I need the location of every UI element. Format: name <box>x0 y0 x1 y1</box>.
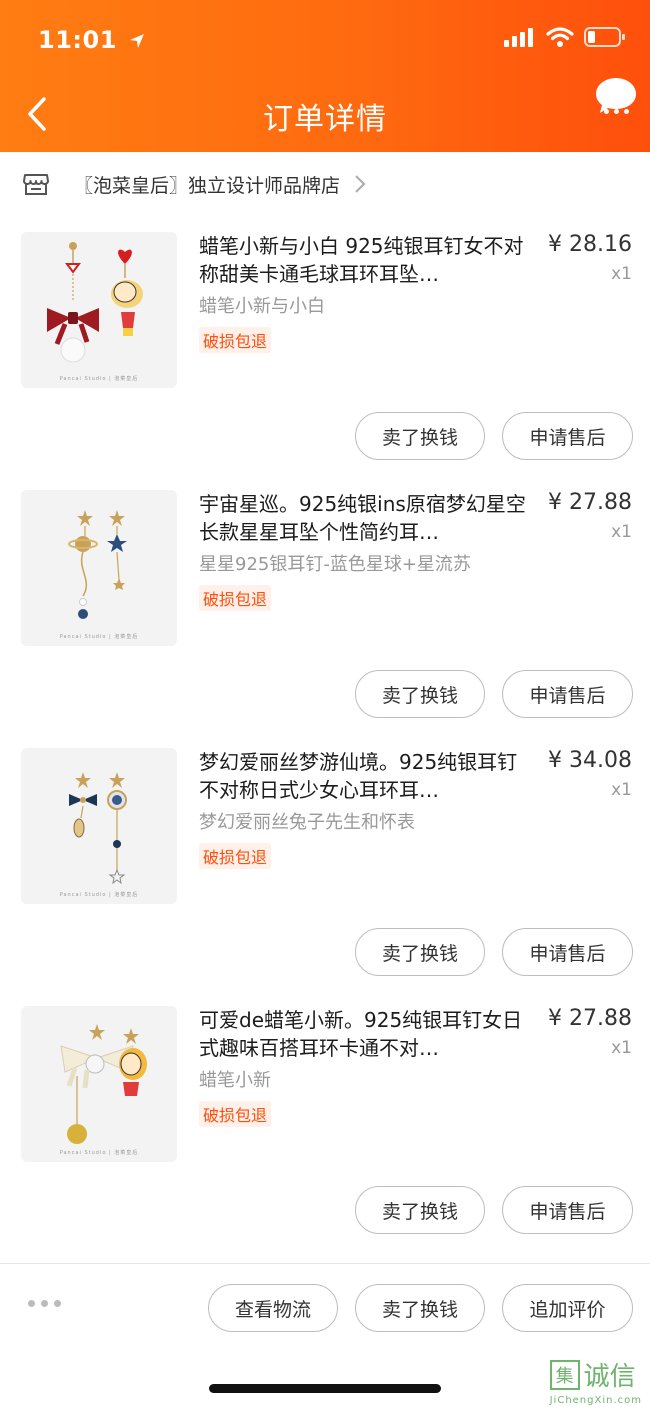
home-indicator[interactable] <box>209 1384 441 1393</box>
product-image-caption: Pancai Studio | 泡菜皇后 <box>59 376 139 382</box>
sell-for-cash-bottom-button[interactable]: 卖了换钱 <box>355 1284 485 1332</box>
item-quantity: x1 <box>611 1038 632 1058</box>
return-badge: 破损包退 <box>199 1101 272 1127</box>
page-title: 订单详情 <box>263 102 387 137</box>
watermark-logo: 集 诚信 <box>549 1356 642 1393</box>
status-bar-time: 11:01 <box>38 26 146 54</box>
item-quantity: x1 <box>611 264 632 284</box>
order-item[interactable]: Pancai Studio | 泡菜皇后 梦幻爱丽丝梦游仙境。925纯银耳钉不对… <box>0 748 650 1006</box>
item-title[interactable]: 梦幻爱丽丝梦游仙境。925纯银耳钉不对称日式少女心耳环耳… <box>199 748 529 804</box>
product-image-caption: Pancai Studio | 泡菜皇后 <box>59 634 139 640</box>
watermark-logo-box: 集 <box>549 1359 580 1390</box>
order-item[interactable]: Pancai Studio | 泡菜皇后 蜡笔小新与小白 925纯银耳钉女不对称… <box>0 232 650 490</box>
location-arrow-icon <box>129 34 144 48</box>
status-bar-icons <box>504 26 626 48</box>
product-image[interactable]: Pancai Studio | 泡菜皇后 <box>21 748 177 904</box>
sell-for-cash-button[interactable]: 卖了换钱 <box>355 928 485 976</box>
watermark-logo-text: 诚信 <box>583 1362 636 1392</box>
order-item[interactable]: Pancai Studio | 泡菜皇后 可爱de蜡笔小新。925纯银耳钉女日式… <box>0 1006 650 1264</box>
item-price: ¥ 34.08 <box>548 748 632 773</box>
more-menu-button[interactable] <box>594 76 638 118</box>
shop-name: 〖泡菜皇后〗独立设计师品牌店 <box>74 174 341 197</box>
watermark-url: JiChengXin.com <box>549 1395 642 1406</box>
more-dots <box>594 109 638 114</box>
item-title[interactable]: 可爱de蜡笔小新。925纯银耳钉女日式趣味百搭耳环卡通不对… <box>199 1006 529 1062</box>
product-image[interactable]: Pancai Studio | 泡菜皇后 <box>21 1006 177 1162</box>
item-sku: 蜡笔小新 <box>199 1070 271 1091</box>
wifi-icon <box>546 27 574 47</box>
item-sku: 梦幻爱丽丝兔子先生和怀表 <box>199 812 415 833</box>
signal-icon <box>504 28 533 47</box>
store-icon <box>23 174 49 195</box>
more-options-icon[interactable] <box>28 1300 61 1307</box>
earring-image <box>69 772 127 885</box>
header-bar: 11:01 订单详情 <box>0 0 650 152</box>
item-title[interactable]: 宇宙星巡。925纯银ins原宿梦幻星空长款星星耳坠个性简约耳… <box>199 490 529 546</box>
request-after-sale-button[interactable]: 申请售后 <box>502 1186 633 1234</box>
bottom-action-bar: 查看物流 卖了换钱 追加评价 集 诚信 JiChengXin.com <box>0 1264 650 1407</box>
battery-icon <box>584 27 625 47</box>
item-sku: 蜡笔小新与小白 <box>199 296 325 317</box>
earring-image <box>47 242 143 363</box>
item-price: ¥ 27.88 <box>548 490 632 515</box>
add-review-button[interactable]: 追加评价 <box>502 1284 633 1332</box>
watermark: 集 诚信 JiChengXin.com <box>549 1356 642 1406</box>
chevron-right-icon <box>355 175 366 193</box>
item-quantity: x1 <box>611 522 632 542</box>
shop-row[interactable]: 〖泡菜皇后〗独立设计师品牌店 <box>0 152 650 216</box>
product-image-caption: Pancai Studio | 泡菜皇后 <box>59 892 139 898</box>
return-badge: 破损包退 <box>199 327 272 353</box>
earring-image <box>68 510 127 619</box>
return-badge: 破损包退 <box>199 585 272 611</box>
status-time-text: 11:01 <box>38 26 117 54</box>
product-image[interactable]: Pancai Studio | 泡菜皇后 <box>21 490 177 646</box>
request-after-sale-button[interactable]: 申请售后 <box>502 670 633 718</box>
view-logistics-button[interactable]: 查看物流 <box>208 1284 338 1332</box>
item-title[interactable]: 蜡笔小新与小白 925纯银耳钉女不对称甜美卡通毛球耳环耳坠… <box>199 232 529 288</box>
request-after-sale-button[interactable]: 申请售后 <box>502 412 633 460</box>
product-image-caption: Pancai Studio | 泡菜皇后 <box>59 1150 139 1156</box>
earring-image <box>60 1024 147 1144</box>
item-price: ¥ 28.16 <box>548 232 632 257</box>
item-price: ¥ 27.88 <box>548 1006 632 1031</box>
item-sku: 星星925银耳钉-蓝色星球+星流苏 <box>199 554 471 575</box>
order-item[interactable]: Pancai Studio | 泡菜皇后 宇宙星巡。925纯银ins原宿梦幻星空… <box>0 490 650 748</box>
sell-for-cash-button[interactable]: 卖了换钱 <box>355 412 485 460</box>
product-image[interactable]: Pancai Studio | 泡菜皇后 <box>21 232 177 388</box>
return-badge: 破损包退 <box>199 843 272 869</box>
request-after-sale-button[interactable]: 申请售后 <box>502 928 633 976</box>
item-quantity: x1 <box>611 780 632 800</box>
sell-for-cash-button[interactable]: 卖了换钱 <box>355 670 485 718</box>
sell-for-cash-button[interactable]: 卖了换钱 <box>355 1186 485 1234</box>
